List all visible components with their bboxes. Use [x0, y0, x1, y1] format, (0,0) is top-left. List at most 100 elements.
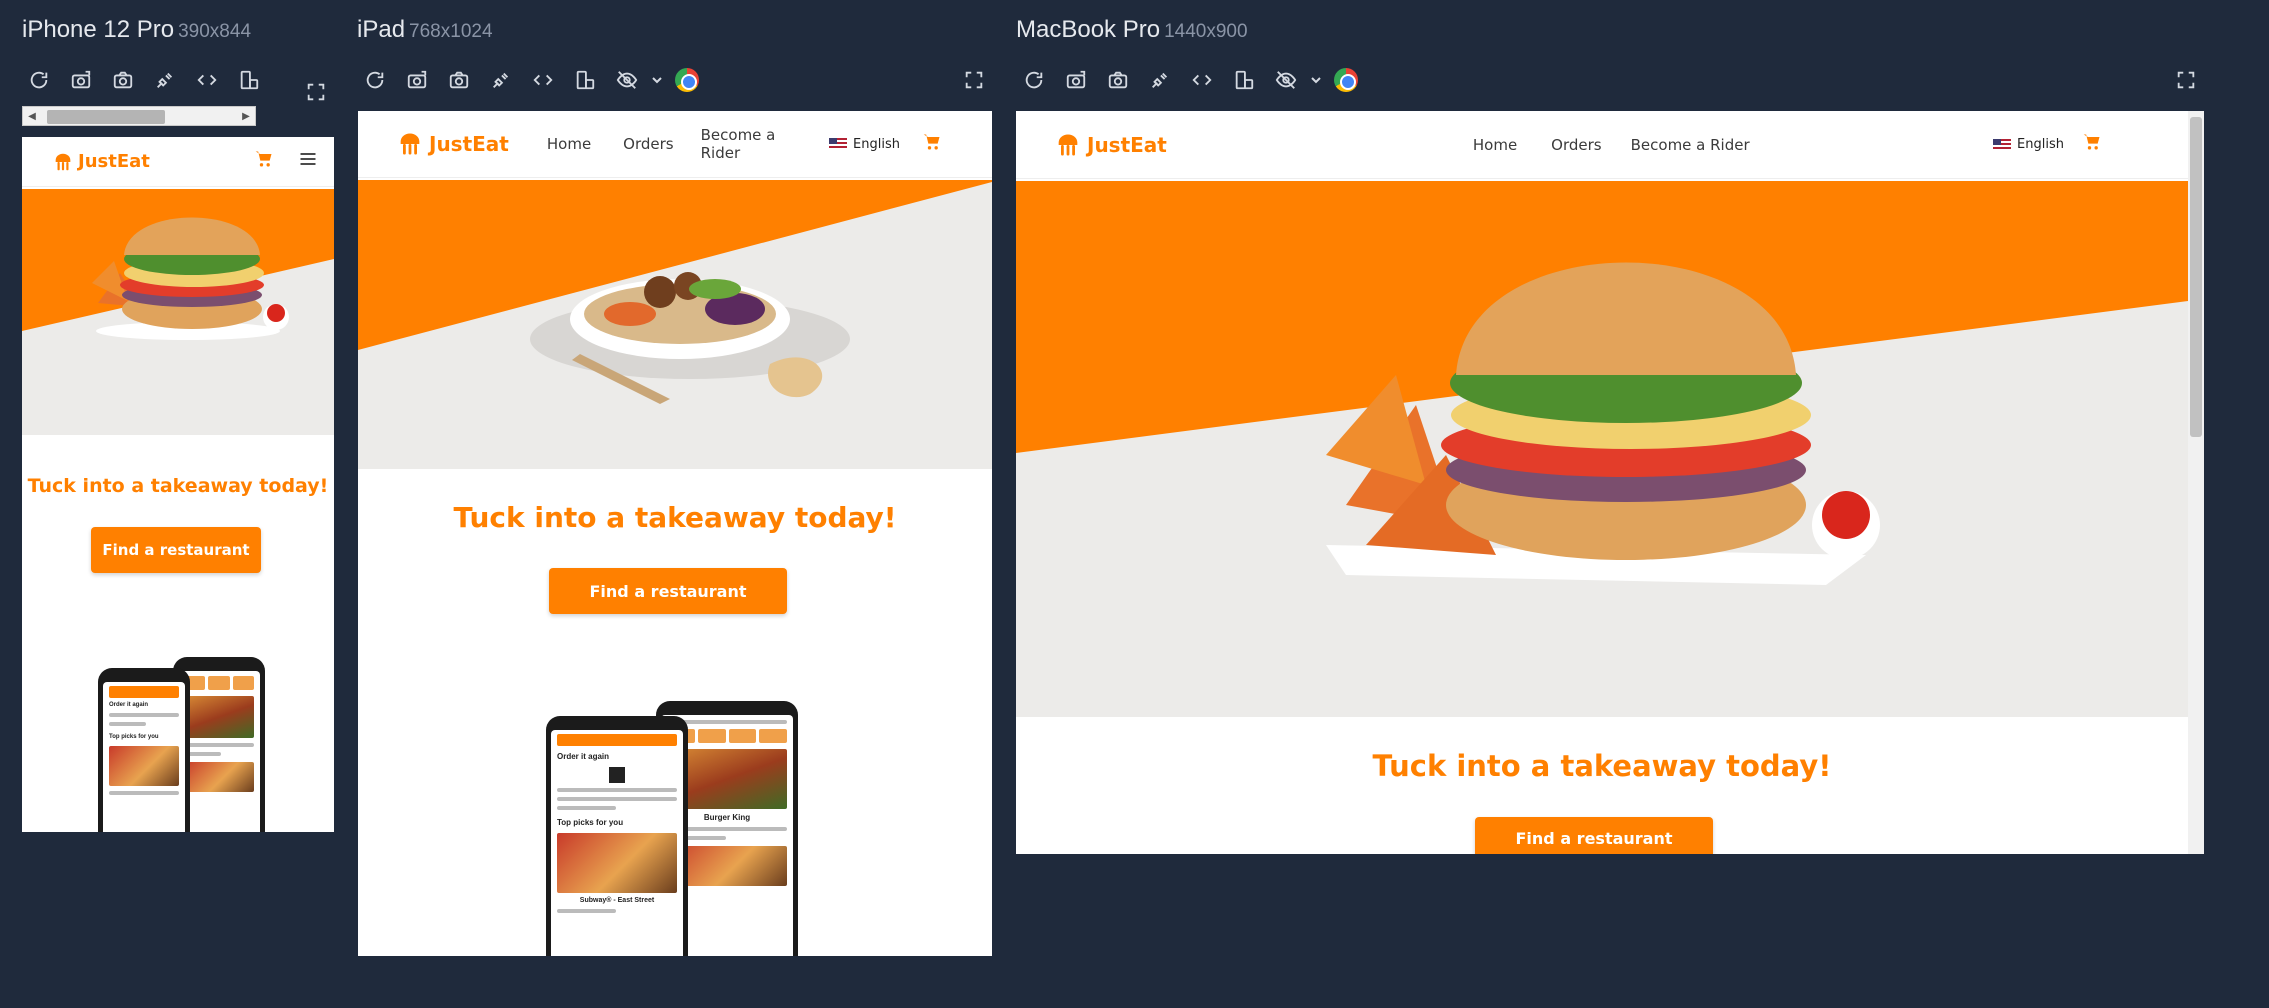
ipad-toolbar [354, 60, 708, 100]
cart-icon[interactable] [922, 132, 942, 157]
iphone-toolbar [18, 60, 270, 100]
app-phone-front: Order it again Top picks for you Subway®… [546, 716, 688, 956]
hero-banner [1016, 181, 2188, 717]
nav-link-home[interactable]: Home [1473, 136, 1517, 154]
hero-banner [22, 189, 334, 435]
refresh-icon[interactable] [1013, 60, 1055, 100]
nav-link-home[interactable]: Home [547, 135, 591, 153]
device-name: MacBook Pro [1016, 16, 1161, 43]
chevron-down-icon[interactable] [1307, 74, 1325, 86]
hero-tagline: Tuck into a takeaway today! [27, 475, 329, 497]
nav-link-become-rider[interactable]: Become a Rider [1631, 136, 1750, 154]
rotate-device-icon[interactable] [228, 60, 270, 100]
camera-icon[interactable] [438, 60, 480, 100]
device-dimensions: 390x844 [178, 21, 252, 42]
plug-icon[interactable] [144, 60, 186, 100]
scrollbar-thumb[interactable] [47, 110, 165, 124]
plug-icon[interactable] [1139, 60, 1181, 100]
screenshot-icon[interactable] [1055, 60, 1097, 100]
burger-image [1326, 262, 1880, 585]
hide-icon[interactable] [606, 60, 648, 100]
brand-name: JustEat [78, 151, 150, 172]
expand-icon[interactable] [2166, 60, 2206, 100]
chevron-down-icon[interactable] [648, 74, 666, 86]
code-icon[interactable] [186, 60, 228, 100]
brand-name: JustEat [429, 132, 509, 156]
nav-links: Home Orders Become a Rider [1473, 136, 1750, 154]
expand-icon[interactable] [954, 60, 994, 100]
nav-link-orders[interactable]: Orders [623, 135, 673, 153]
camera-icon[interactable] [1097, 60, 1139, 100]
app-order-again-label: Order it again [109, 702, 149, 708]
refresh-icon[interactable] [18, 60, 60, 100]
device-title-ipad: iPad 768x1024 [357, 16, 493, 44]
chrome-icon[interactable] [666, 60, 708, 100]
vertical-scrollbar[interactable] [2188, 111, 2204, 854]
device-dimensions: 768x1024 [409, 21, 493, 42]
sandwich-thumbnail [109, 746, 179, 786]
language-label: English [2017, 137, 2064, 152]
find-restaurant-button[interactable]: Find a restaurant [1475, 817, 1713, 854]
brand-name: JustEat [1087, 132, 1167, 157]
cart-icon[interactable] [254, 149, 274, 174]
rotate-device-icon[interactable] [564, 60, 606, 100]
brand-logo[interactable]: JustEat [52, 151, 150, 173]
app-screen-front: Order it again Top picks for you Subway®… [551, 730, 683, 956]
chrome-icon[interactable] [1325, 60, 1367, 100]
macbook-viewport: JustEat Home Orders Become a Rider Engli… [1016, 111, 2204, 854]
find-restaurant-button[interactable]: Find a restaurant [549, 568, 787, 614]
brand-logo-icon [55, 153, 71, 170]
hero-banner [358, 180, 992, 469]
device-name: iPhone 12 Pro [22, 16, 175, 43]
us-flag-icon [1993, 138, 2012, 151]
nav-link-orders[interactable]: Orders [1551, 136, 1601, 154]
language-selector[interactable]: English [1993, 137, 2064, 152]
code-icon[interactable] [1181, 60, 1223, 100]
hamburger-menu-icon[interactable] [298, 149, 318, 174]
burger-thumbnail [184, 696, 254, 738]
salad-bowl-image [530, 272, 850, 404]
brand-logo-icon [400, 133, 420, 155]
find-restaurant-button[interactable]: Find a restaurant [91, 527, 261, 573]
language-label: English [853, 136, 900, 152]
rotate-device-icon[interactable] [1223, 60, 1265, 100]
brand-logo-icon [1058, 134, 1078, 155]
app-phone-front: Order it again Top picks for you [98, 668, 190, 832]
iphone-viewport: JustEat Tuck into a takeaway today! Find… [22, 137, 334, 832]
cart-icon[interactable] [2082, 132, 2102, 157]
scroll-right-arrow-icon[interactable]: ▶ [237, 107, 255, 125]
ipad-viewport: JustEat Home Orders Become a Rider Engli… [358, 111, 992, 956]
site-navbar: JustEat Home Orders Become a Rider Engli… [1016, 111, 2188, 179]
brand-logo[interactable]: JustEat [396, 130, 509, 158]
camera-icon[interactable] [102, 60, 144, 100]
refresh-icon[interactable] [354, 60, 396, 100]
plug-icon[interactable] [480, 60, 522, 100]
brand-logo[interactable]: JustEat [1054, 131, 1167, 159]
app-screen-back [178, 671, 260, 832]
language-selector[interactable]: English [829, 137, 900, 152]
code-icon[interactable] [522, 60, 564, 100]
hide-icon[interactable] [1265, 60, 1307, 100]
device-title-iphone: iPhone 12 Pro 390x844 [22, 16, 251, 44]
app-top-picks-label: Top picks for you [557, 818, 624, 827]
horizontal-scrollbar[interactable]: ◀ ▶ [22, 106, 256, 126]
hero-tagline: Tuck into a takeaway today! [1372, 749, 1832, 783]
nav-link-become-rider[interactable]: Become a Rider [701, 126, 801, 162]
device-name: iPad [357, 16, 406, 43]
macbook-toolbar [1013, 60, 1367, 100]
site-navbar: JustEat [22, 137, 334, 187]
site-navbar: JustEat Home Orders Become a Rider Engli… [358, 111, 992, 178]
hero-tagline: Tuck into a takeaway today! [453, 501, 897, 534]
screenshot-icon[interactable] [396, 60, 438, 100]
screenshot-icon[interactable] [60, 60, 102, 100]
device-title-macbook: MacBook Pro 1440x900 [1016, 16, 1248, 44]
expand-icon[interactable] [296, 72, 336, 112]
app-screen-front: Order it again Top picks for you [103, 682, 185, 832]
scrollbar-thumb[interactable] [2190, 117, 2202, 437]
app-restaurant-subway: Subway® - East Street [579, 897, 655, 904]
app-restaurant-logo [609, 767, 625, 783]
nav-links: Home Orders Become a Rider [547, 126, 801, 162]
app-top-picks-label: Top picks for you [109, 734, 159, 740]
scroll-left-arrow-icon[interactable]: ◀ [23, 107, 41, 125]
burger-image [92, 217, 289, 340]
